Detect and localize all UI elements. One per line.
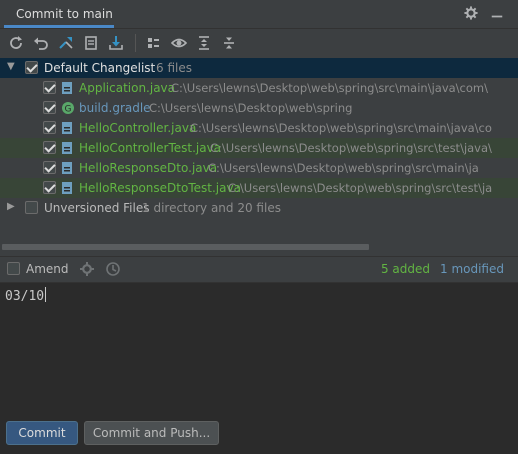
commit-and-push-button[interactable]: Commit and Push... — [84, 421, 219, 445]
modified-count[interactable]: 1 modified — [440, 262, 504, 276]
header-actions — [464, 6, 504, 20]
tool-window-header: Commit to main — [0, 0, 518, 29]
horizontal-scrollbar-thumb[interactable] — [2, 244, 369, 250]
file-path: C:\Users\lewns\Desktop\web\spring\src\ma… — [190, 121, 492, 135]
chevron-right-icon[interactable]: ▶ — [7, 202, 17, 212]
svg-text:G: G — [65, 105, 72, 115]
history-clock-icon[interactable] — [105, 261, 121, 277]
commit-options-bar: Amend 5 added 1 modified — [0, 256, 518, 282]
file-name: build.gradle — [79, 101, 151, 115]
file-name: Application.java — [79, 81, 176, 95]
file-row[interactable]: HelloController.java C:\Users\lewns\Desk… — [0, 118, 518, 138]
shelve-icon[interactable] — [81, 33, 101, 53]
file-checkbox[interactable] — [43, 121, 56, 134]
file-name: HelloResponseDto.java — [79, 161, 218, 175]
commit-message-text[interactable]: 03/10 — [5, 287, 47, 304]
commit-button[interactable]: Commit — [6, 421, 78, 445]
file-checkbox[interactable] — [43, 101, 56, 114]
file-row[interactable]: HelloResponseDto.java C:\Users\lewns\Des… — [0, 158, 518, 178]
collapse-all-icon[interactable] — [219, 33, 239, 53]
tab-commit[interactable]: Commit to main — [4, 0, 114, 28]
commit-toolbar — [0, 29, 518, 57]
file-row[interactable]: Application.java C:\Users\lewns\Desktop\… — [0, 78, 518, 98]
view-options-icon[interactable] — [169, 33, 189, 53]
minimize-icon[interactable] — [490, 6, 504, 20]
tab-commit-label: Commit to main — [16, 7, 113, 21]
java-class-icon — [62, 142, 72, 154]
file-path: C:\Users\lewns\Desktop\web\spring\src\te… — [228, 181, 493, 195]
changelist-name: Default Changelist — [44, 61, 156, 75]
commit-message-editor[interactable]: 03/10 — [0, 282, 518, 411]
unversioned-label: Unversioned Files — [44, 201, 150, 215]
file-path: C:\Users\lewns\Desktop\web\spring\src\ma… — [171, 81, 488, 95]
file-path: C:\Users\lewns\Desktop\web\spring — [149, 101, 353, 115]
commit-options-gear-icon[interactable] — [79, 261, 95, 277]
changes-tree: ▼ Default Changelist 6 files Application… — [0, 58, 518, 218]
group-by-icon[interactable] — [144, 33, 164, 53]
file-path: C:\Users\lewns\Desktop\web\spring\src\te… — [210, 141, 492, 155]
file-checkbox[interactable] — [43, 81, 56, 94]
file-row[interactable]: G build.gradle C:\Users\lewns\Desktop\we… — [0, 98, 518, 118]
file-checkbox[interactable] — [43, 161, 56, 174]
unversioned-checkbox[interactable] — [25, 201, 38, 214]
unversioned-info: 1 directory and 20 files — [142, 201, 281, 215]
update-icon[interactable] — [106, 33, 126, 53]
toolbar-separator — [135, 34, 136, 52]
file-name: HelloController.java — [79, 121, 197, 135]
file-path: C:\Users\lewns\Desktop\web\spring\src\ma… — [208, 161, 479, 175]
change-stats: 5 added 1 modified — [381, 262, 504, 276]
file-name: HelloResponseDtoTest.java — [79, 181, 241, 195]
changelist-count: 6 files — [156, 61, 192, 75]
text-caret — [45, 287, 47, 302]
changelist-node[interactable]: ▼ Default Changelist 6 files — [0, 58, 518, 78]
rollback-icon[interactable] — [31, 33, 51, 53]
chevron-down-icon[interactable]: ▼ — [7, 62, 17, 72]
java-class-icon — [62, 162, 72, 174]
changelist-checkbox[interactable] — [25, 61, 38, 74]
added-count[interactable]: 5 added — [381, 262, 430, 276]
file-row[interactable]: HelloResponseDtoTest.java C:\Users\lewns… — [0, 178, 518, 198]
gradle-icon: G — [62, 102, 74, 115]
file-checkbox[interactable] — [43, 181, 56, 194]
commit-message-value: 03/10 — [5, 289, 45, 304]
commit-actions: Commit Commit and Push... — [0, 410, 518, 454]
java-class-icon — [62, 122, 72, 134]
file-name: HelloControllerTest.java — [79, 141, 222, 155]
java-class-icon — [62, 82, 72, 94]
gear-icon[interactable] — [464, 6, 478, 20]
unversioned-node[interactable]: ▶ Unversioned Files 1 directory and 20 f… — [0, 198, 518, 218]
java-class-icon — [62, 182, 72, 194]
amend-label[interactable]: Amend — [26, 262, 69, 276]
amend-checkbox[interactable] — [7, 262, 20, 275]
file-row[interactable]: HelloControllerTest.java C:\Users\lewns\… — [0, 138, 518, 158]
show-diff-icon[interactable] — [56, 33, 76, 53]
refresh-icon[interactable] — [6, 33, 26, 53]
expand-all-icon[interactable] — [194, 33, 214, 53]
file-checkbox[interactable] — [43, 141, 56, 154]
